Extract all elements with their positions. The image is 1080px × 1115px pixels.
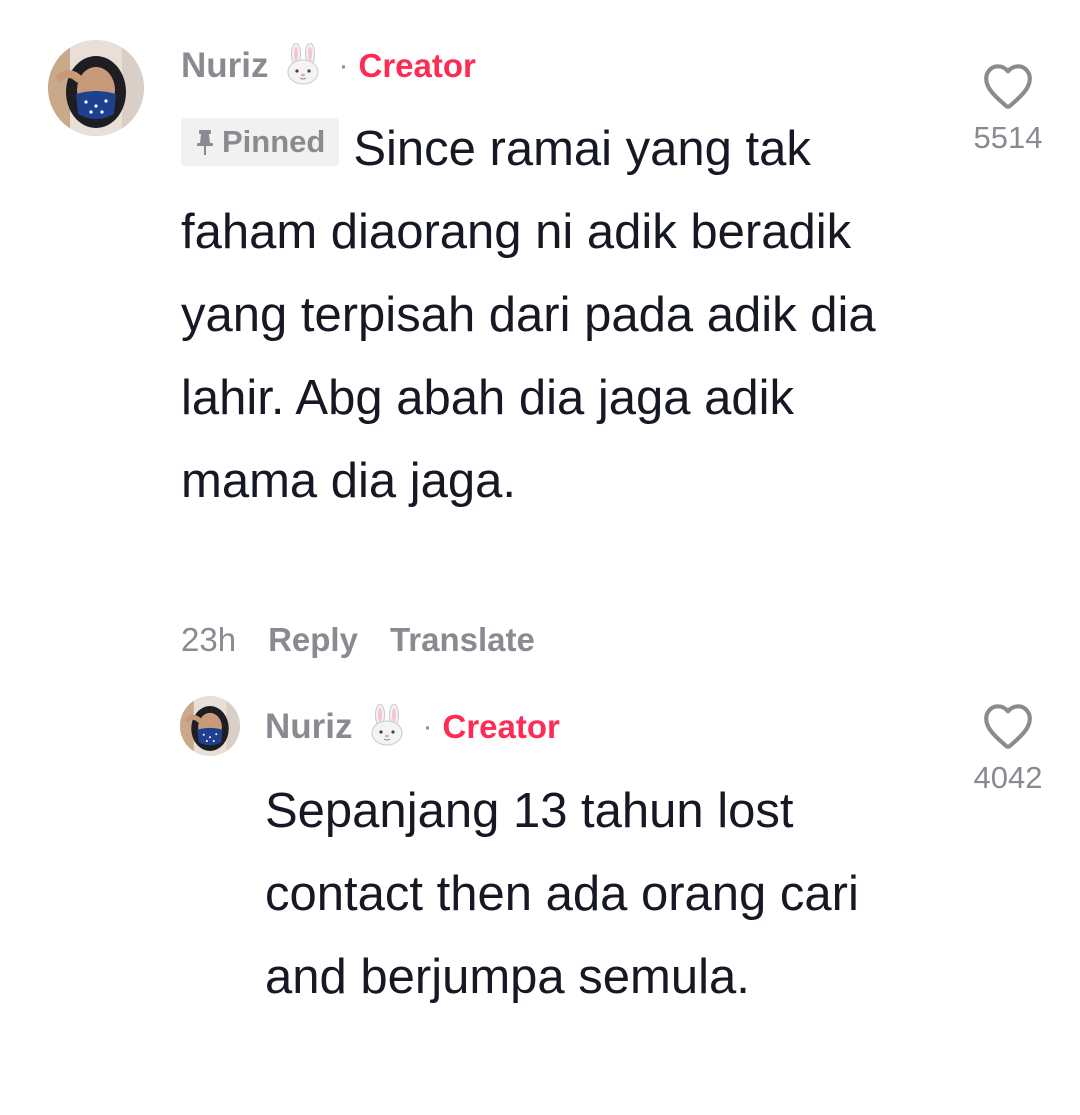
heart-icon: [984, 704, 1032, 749]
translate-button[interactable]: Translate: [390, 621, 535, 659]
pinned-badge: Pinned: [181, 118, 340, 166]
comment-text: Sepanjang 13 tahun lost contact then ada…: [265, 770, 925, 1019]
comment-header: Nuriz · Creator: [181, 42, 476, 90]
like-count: 4042: [973, 760, 1043, 795]
comment-body: Since ramai yang tak faham diaorang ni a…: [181, 122, 876, 508]
pin-icon: [197, 130, 213, 155]
timestamp: 23h: [181, 621, 237, 658]
reply-button[interactable]: Reply: [268, 621, 358, 659]
creator-badge: Creator: [358, 47, 476, 84]
avatar[interactable]: [180, 696, 240, 756]
comment-actions: 23h Reply Translate: [181, 618, 535, 662]
separator-dot: ·: [338, 49, 349, 82]
username[interactable]: Nuriz: [181, 46, 269, 86]
comment-text: Pinned Since ramai yang tak faham diaoran…: [181, 108, 901, 523]
comment-body: Sepanjang 13 tahun lost contact then ada…: [265, 784, 859, 1004]
heart-icon: [984, 64, 1032, 109]
like-count: 5514: [973, 120, 1043, 155]
avatar-image: [48, 40, 144, 136]
creator-badge: Creator: [442, 708, 560, 745]
rabbit-face-icon: [283, 42, 323, 90]
username[interactable]: Nuriz: [265, 707, 353, 747]
rabbit-face-icon: [367, 703, 407, 751]
pinned-label: Pinned: [222, 124, 326, 159]
reply-header: Nuriz · Creator: [265, 703, 560, 751]
avatar[interactable]: [48, 40, 144, 136]
like-button[interactable]: 5514: [953, 62, 1063, 156]
avatar-image: [180, 696, 240, 756]
separator-dot: ·: [422, 710, 433, 743]
like-button[interactable]: 4042: [953, 702, 1063, 796]
